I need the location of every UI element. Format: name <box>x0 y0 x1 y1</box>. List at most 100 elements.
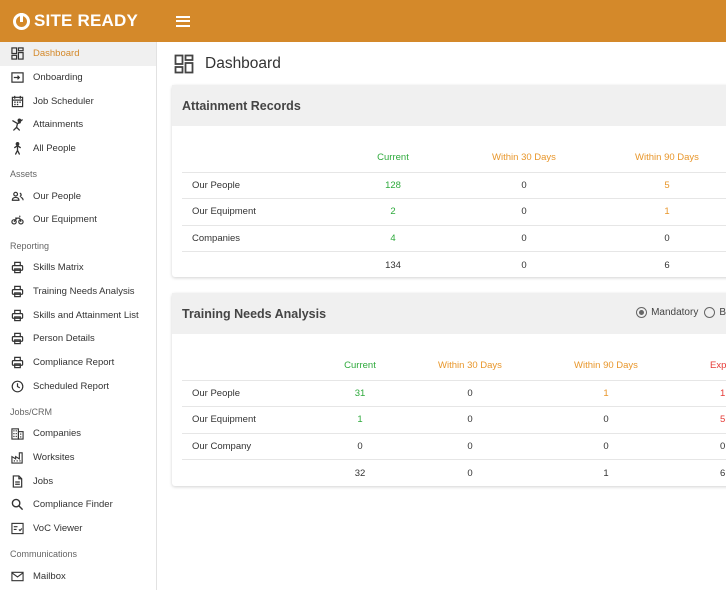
table-cell[interactable]: 0 <box>408 432 532 460</box>
sidebar-item-job-scheduler[interactable]: Job Scheduler <box>0 89 156 113</box>
sidebar-item-compliance-finder[interactable]: Compliance Finder <box>0 493 156 517</box>
sidebar-item-all-people[interactable]: All People <box>0 137 156 161</box>
section-label-assets: Assets <box>10 169 38 180</box>
karate-icon <box>10 118 24 132</box>
sidebar-item-worksites[interactable]: Worksites <box>0 446 156 470</box>
sidebar-item-label: Attainments <box>33 119 84 131</box>
table-row[interactable]: Companies 4 0 0 <box>182 224 726 252</box>
sidebar-item-person-details[interactable]: Person Details <box>0 327 156 351</box>
table-cell[interactable]: 0 <box>532 432 680 460</box>
sidebar-item-jobs[interactable]: Jobs <box>0 469 156 493</box>
sidebar-item-label: Worksites <box>33 451 75 463</box>
radio-mandatory[interactable]: Mandatory <box>636 307 698 318</box>
total-cell: 6 <box>596 251 726 278</box>
table-cell[interactable]: 0 <box>452 198 596 225</box>
sidebar-item-label: Our Equipment <box>33 214 97 226</box>
logo-text: SITE READY <box>34 11 139 30</box>
sidebar-item-voc-viewer[interactable]: VoC Viewer <box>0 517 156 541</box>
sidebar-item-dashboard[interactable]: Dashboard <box>0 42 156 66</box>
checklist-icon <box>10 522 24 536</box>
sidebar-item-label: Person Details <box>33 333 95 345</box>
table-row[interactable]: Our Company 0 0 0 0 <box>182 432 726 460</box>
column-header: Within 30 Days <box>438 360 502 372</box>
column-header: Within 90 Days <box>635 152 699 164</box>
table-cell[interactable]: 0 <box>452 171 596 199</box>
sidebar-item-label: Scheduled Report <box>33 380 110 392</box>
row-label: Our Equipment <box>182 406 312 433</box>
table-row[interactable]: Our People 31 0 1 1 <box>182 379 726 407</box>
sidebar-item-our-people[interactable]: Our People <box>0 184 156 208</box>
table-cell[interactable]: 4 <box>334 224 452 252</box>
sidebar-item-label: Jobs <box>33 475 54 487</box>
sidebar-item-label: Compliance Finder <box>33 499 113 511</box>
card-header: Attainment Records <box>172 85 726 126</box>
radio-unchecked-icon[interactable] <box>704 307 716 318</box>
sidebar-item-skills-matrix[interactable]: Skills Matrix <box>0 256 156 280</box>
dashboard-icon <box>10 47 24 61</box>
mail-icon <box>10 569 24 583</box>
attainment-records-card: Attainment Records Current Within 30 Day… <box>172 85 726 278</box>
print-icon <box>10 332 24 346</box>
column-header: Current <box>377 152 409 164</box>
table-cell[interactable]: 0 <box>680 432 726 460</box>
table-cell[interactable]: 1 <box>532 379 680 407</box>
table-cell[interactable]: 128 <box>334 171 452 199</box>
people-icon <box>10 189 24 203</box>
sidebar-item-onboarding[interactable]: Onboarding <box>0 66 156 90</box>
login-icon <box>10 71 24 85</box>
table-cell[interactable]: 1 <box>312 406 408 433</box>
hamburger-menu-icon[interactable] <box>176 15 191 27</box>
logo-mark-icon <box>13 12 30 30</box>
radio-other[interactable]: B <box>704 307 726 318</box>
sidebar-item-label: Skills and Attainment List <box>33 309 139 321</box>
table-cell[interactable]: 0 <box>596 224 726 252</box>
card-title: Attainment Records <box>182 98 301 113</box>
sidebar-item-label: Skills Matrix <box>33 262 84 274</box>
print-icon <box>10 355 24 369</box>
card-title: Training Needs Analysis <box>182 306 327 321</box>
table-totals-row: 134 0 6 <box>182 251 726 278</box>
column-header: Within 90 Days <box>574 360 638 372</box>
sidebar-item-compliance-report[interactable]: Compliance Report <box>0 351 156 375</box>
sidebar-item-training-needs-analysis[interactable]: Training Needs Analysis <box>0 280 156 304</box>
total-cell: 134 <box>334 251 452 278</box>
document-icon <box>10 474 24 488</box>
row-label: Companies <box>182 224 334 252</box>
table-cell[interactable]: 0 <box>408 379 532 407</box>
top-app-bar: SITE READY <box>0 0 726 42</box>
sidebar-item-label: Mailbox <box>33 570 66 582</box>
training-needs-table: Current Within 30 Days Within 90 Days Ex… <box>182 344 726 486</box>
sidebar-item-skills-and-attainment-list[interactable]: Skills and Attainment List <box>0 303 156 327</box>
attainment-table: Current Within 30 Days Within 90 Days Ou… <box>182 136 726 278</box>
table-cell[interactable]: 0 <box>408 406 532 433</box>
walk-icon <box>10 142 24 156</box>
sidebar-item-mailbox[interactable]: Mailbox <box>0 564 156 588</box>
sidebar-item-attainments[interactable]: Attainments <box>0 113 156 137</box>
search-icon <box>10 498 24 512</box>
table-cell[interactable]: 2 <box>334 198 452 225</box>
sidebar-item-our-equipment[interactable]: Our Equipment <box>0 208 156 232</box>
print-icon <box>10 308 24 322</box>
table-row[interactable]: Our Equipment 1 0 0 5 <box>182 406 726 433</box>
table-row[interactable]: Our People 128 0 5 <box>182 171 726 199</box>
table-cell[interactable]: 1 <box>596 198 726 225</box>
column-header: Expire <box>710 360 726 372</box>
factory-icon <box>10 450 24 464</box>
site-ready-logo[interactable]: SITE READY <box>13 11 138 31</box>
total-cell: 0 <box>408 459 532 486</box>
sidebar-item-label: VoC Viewer <box>33 523 83 535</box>
dashboard-icon <box>174 54 194 74</box>
table-cell[interactable]: 0 <box>532 406 680 433</box>
column-header: Current <box>344 360 376 372</box>
table-row[interactable]: Our Equipment 2 0 1 <box>182 198 726 225</box>
card-header: Training Needs Analysis Mandatory B <box>172 293 726 334</box>
table-cell[interactable]: 0 <box>312 432 408 460</box>
sidebar-item-scheduled-report[interactable]: Scheduled Report <box>0 374 156 398</box>
table-cell[interactable]: 5 <box>596 171 726 199</box>
table-cell[interactable]: 5 <box>680 406 726 433</box>
sidebar-item-companies[interactable]: Companies <box>0 422 156 446</box>
radio-checked-icon[interactable] <box>636 307 648 318</box>
table-cell[interactable]: 0 <box>452 224 596 252</box>
table-cell[interactable]: 31 <box>312 379 408 407</box>
table-cell[interactable]: 1 <box>680 379 726 407</box>
